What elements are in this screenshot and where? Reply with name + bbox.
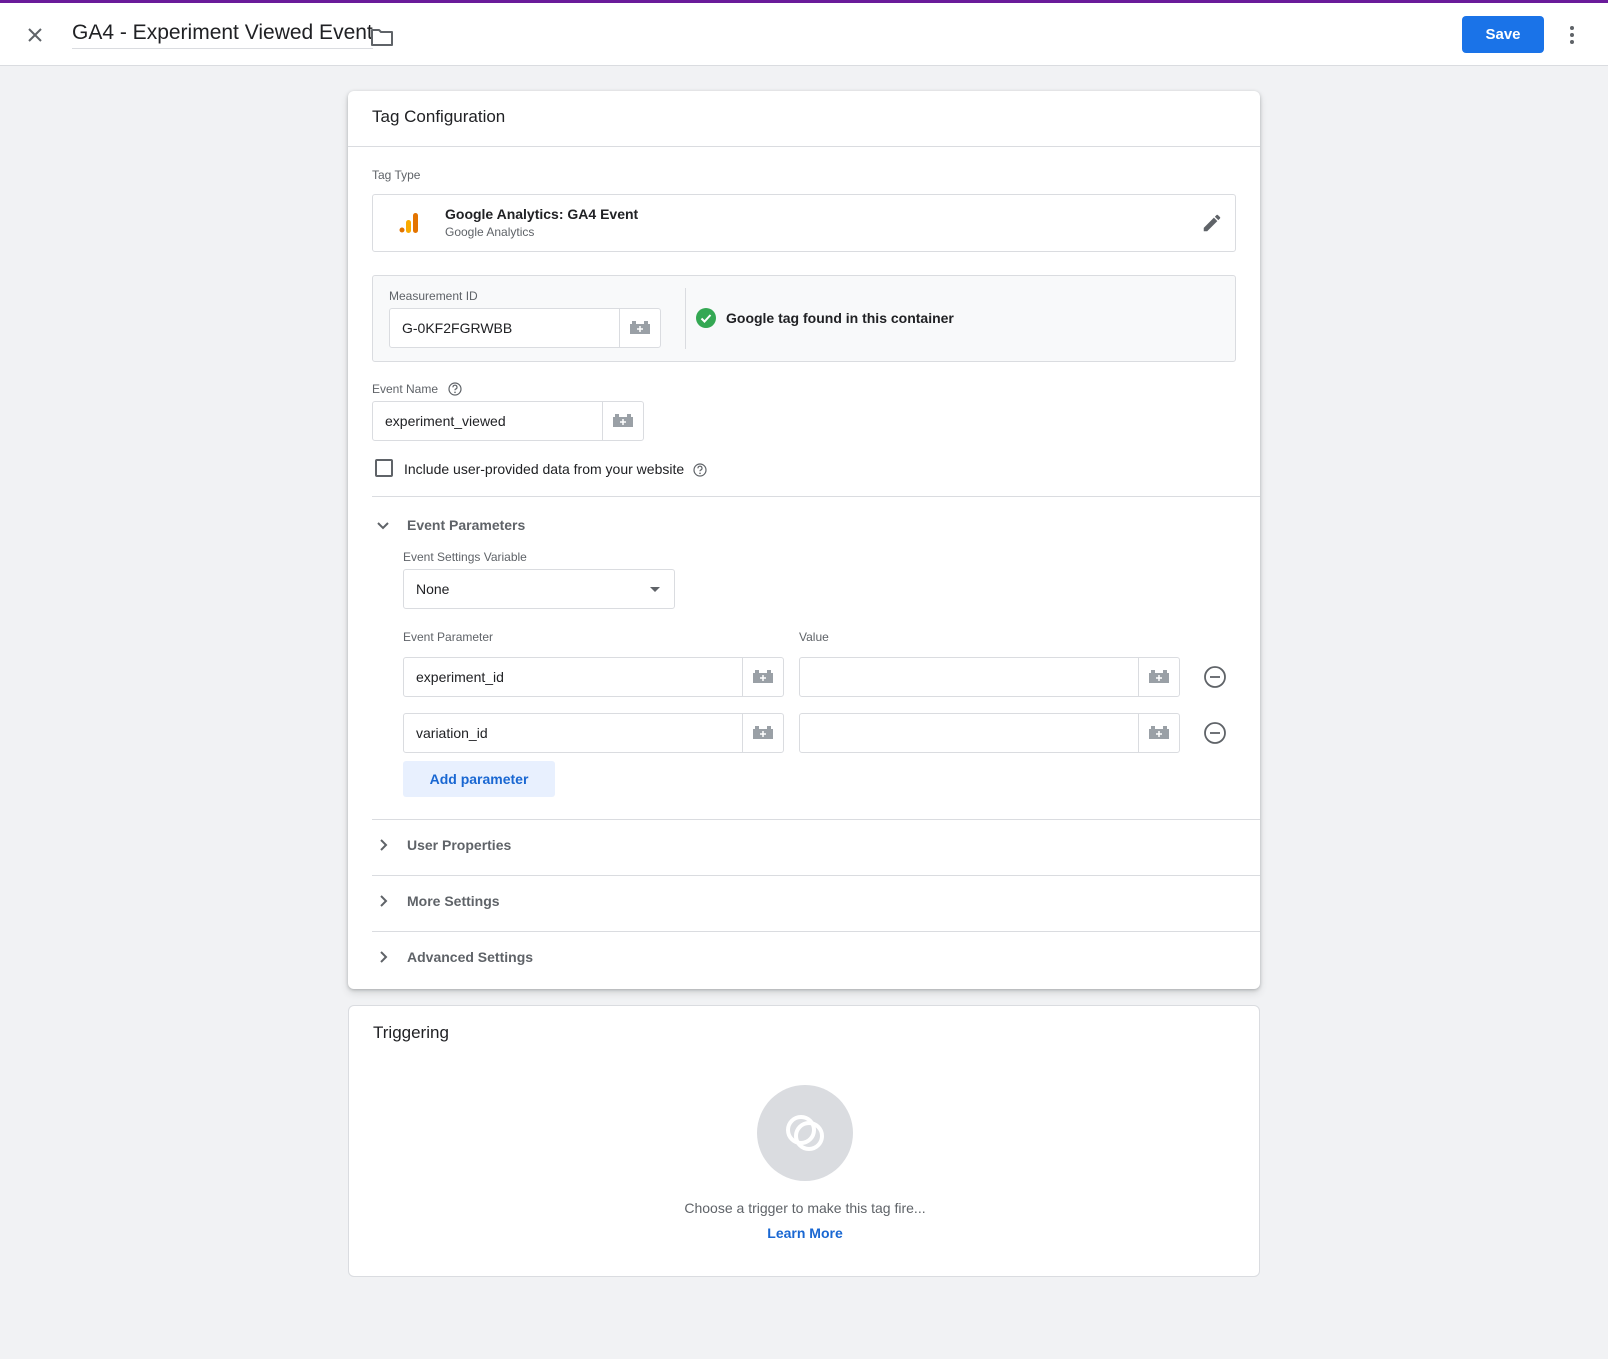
more-vert-icon[interactable] <box>1560 23 1584 47</box>
variable-picker-button[interactable] <box>602 402 643 440</box>
trigger-icon <box>786 1115 824 1151</box>
event-parameter-name-field <box>403 713 784 753</box>
variable-icon <box>753 670 773 683</box>
chevron-right-icon[interactable] <box>375 949 391 965</box>
event-name-input[interactable] <box>373 402 603 440</box>
tag-configuration-title: Tag Configuration <box>372 107 506 126</box>
tag-type-provider: Google Analytics <box>445 225 535 239</box>
tag-name-title[interactable]: GA4 - Experiment Viewed Event <box>72 21 373 49</box>
folder-icon[interactable] <box>369 25 395 49</box>
google-analytics-icon <box>399 213 418 233</box>
save-button[interactable]: Save <box>1462 16 1544 53</box>
chevron-right-icon[interactable] <box>375 837 391 853</box>
event-parameter-name-field <box>403 657 784 697</box>
divider <box>685 288 686 349</box>
divider <box>372 931 1260 932</box>
variable-picker-button[interactable] <box>1138 714 1179 752</box>
tag-configuration-card: Tag Configuration Tag Type Google Analyt… <box>348 91 1260 989</box>
event-parameter-value-field <box>799 657 1180 697</box>
remove-circle-icon[interactable] <box>1203 721 1227 745</box>
variable-picker-button[interactable] <box>1138 658 1179 696</box>
event-parameter-name-input[interactable] <box>404 658 742 696</box>
value-column-label: Value <box>799 630 829 644</box>
measurement-id-input[interactable] <box>390 309 620 347</box>
measurement-id-panel: Measurement ID Google tag found in this … <box>372 275 1236 362</box>
event-name-field <box>372 401 644 441</box>
help-icon[interactable] <box>693 463 707 477</box>
event-parameters-title[interactable]: Event Parameters <box>407 517 525 533</box>
event-parameter-value-input[interactable] <box>800 658 1138 696</box>
event-settings-variable-value: None <box>416 581 450 597</box>
add-parameter-button[interactable]: Add parameter <box>403 761 555 797</box>
learn-more-link[interactable]: Learn More <box>349 1225 1261 1241</box>
variable-picker-button[interactable] <box>742 658 783 696</box>
chevron-down-icon[interactable] <box>375 517 391 533</box>
measurement-id-field <box>389 308 661 348</box>
event-parameter-name-input[interactable] <box>404 714 742 752</box>
divider <box>372 875 1260 876</box>
event-settings-variable-label: Event Settings Variable <box>403 550 527 564</box>
remove-circle-icon[interactable] <box>1203 665 1227 689</box>
google-tag-status: Google tag found in this container <box>726 310 954 326</box>
variable-icon <box>613 414 633 427</box>
variable-icon <box>753 726 773 739</box>
chevron-right-icon[interactable] <box>375 893 391 909</box>
advanced-settings-section[interactable]: Advanced Settings <box>407 949 533 965</box>
variable-picker-button[interactable] <box>742 714 783 752</box>
check-circle-icon <box>696 308 716 328</box>
help-icon[interactable] <box>448 382 462 396</box>
variable-picker-button[interactable] <box>619 309 660 347</box>
user-data-label: Include user-provided data from your web… <box>404 461 685 477</box>
variable-icon <box>1149 670 1169 683</box>
page-header: GA4 - Experiment Viewed Event Save <box>0 3 1608 66</box>
tag-type-label: Tag Type <box>372 168 421 182</box>
measurement-id-label: Measurement ID <box>389 289 478 303</box>
variable-icon <box>630 321 650 334</box>
event-settings-variable-select[interactable]: None <box>403 569 675 609</box>
event-parameter-value-input[interactable] <box>800 714 1138 752</box>
more-settings-section[interactable]: More Settings <box>407 893 500 909</box>
event-parameter-column-label: Event Parameter <box>403 630 494 644</box>
triggering-card[interactable]: Triggering Choose a trigger to make this… <box>348 1005 1260 1277</box>
trigger-placeholder[interactable] <box>757 1085 853 1181</box>
divider <box>372 496 1260 497</box>
user-data-checkbox[interactable] <box>375 459 393 477</box>
divider <box>348 146 1260 147</box>
triggering-title: Triggering <box>373 1023 449 1042</box>
event-parameter-value-field <box>799 713 1180 753</box>
event-name-label: Event Name <box>372 382 439 396</box>
close-icon[interactable] <box>20 20 50 50</box>
tag-type-selector[interactable]: Google Analytics: GA4 Event Google Analy… <box>372 194 1236 252</box>
divider <box>372 819 1260 820</box>
user-properties-section[interactable]: User Properties <box>407 837 511 853</box>
trigger-prompt: Choose a trigger to make this tag fire..… <box>684 1200 926 1216</box>
tag-type-name: Google Analytics: GA4 Event <box>445 206 639 222</box>
pencil-icon[interactable] <box>1201 212 1223 234</box>
variable-icon <box>1149 726 1169 739</box>
dropdown-caret-icon <box>650 587 660 592</box>
